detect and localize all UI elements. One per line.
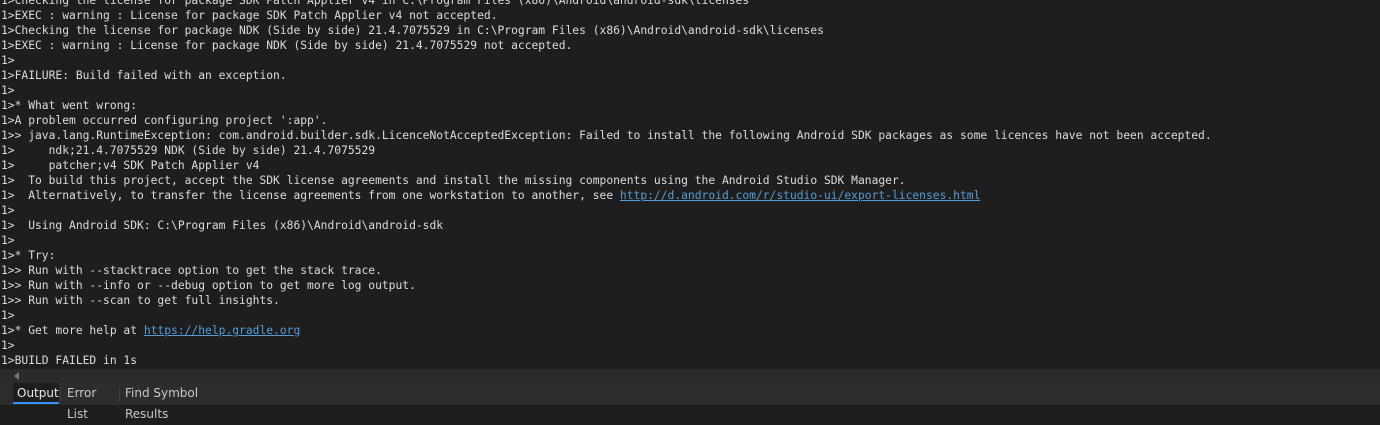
output-pane[interactable]: 1>Checking the license for package SDK P… [0, 0, 1380, 369]
log-line-text: 1> [1, 204, 15, 217]
log-line-text: 1> Using Android SDK: C:\Program Files (… [1, 219, 444, 232]
log-line: 1> [1, 203, 1212, 218]
log-line-text: 1>> Run with --info or --debug option to… [1, 279, 416, 292]
tab-find-symbol-results[interactable]: Find Symbol Results [121, 383, 241, 421]
log-line: 1>* Try: [1, 248, 1212, 263]
tab-divider [119, 387, 120, 401]
log-line-text: 1>> Run with --scan to get full insights… [1, 294, 280, 307]
log-line-text: 1> [1, 309, 15, 322]
log-line: 1> Using Android SDK: C:\Program Files (… [1, 218, 1212, 233]
log-line: 1>EXEC : warning : License for package N… [1, 38, 1212, 53]
log-link[interactable]: http://d.android.com/r/studio-ui/export-… [620, 189, 980, 202]
log-line: 1>Checking the license for package SDK P… [1, 0, 1212, 8]
log-line-text: 1> [1, 234, 15, 247]
log-line: 1>FAILURE: Build failed with an exceptio… [1, 68, 1212, 83]
log-line: 1> To build this project, accept the SDK… [1, 173, 1212, 188]
log-line-text: 1>A problem occurred configuring project… [1, 114, 328, 127]
tab-output[interactable]: Output [13, 383, 59, 404]
log-line: 1> patcher;v4 SDK Patch Applier v4 [1, 158, 1212, 173]
log-line-text: 1> [1, 84, 15, 97]
log-line: 1> [1, 308, 1212, 323]
log-line-text: 1>> java.lang.RuntimeException: com.andr… [1, 129, 1212, 142]
log-line: 1>BUILD FAILED in 1s [1, 353, 1212, 368]
log-line: 1> ndk;21.4.7075529 NDK (Side by side) 2… [1, 143, 1212, 158]
log-line: 1>* Get more help at https://help.gradle… [1, 323, 1212, 338]
log-line: 1>* What went wrong: [1, 98, 1212, 113]
log-line-text: 1>BUILD FAILED in 1s [1, 354, 138, 367]
log-line-text: 1>EXEC : warning : License for package S… [1, 9, 498, 22]
log-line-text: 1>Checking the license for package NDK (… [1, 24, 824, 37]
output-log[interactable]: 1>Checking the license for package SDK P… [1, 0, 1212, 368]
log-link[interactable]: https://help.gradle.org [144, 324, 300, 337]
log-line: 1>A problem occurred configuring project… [1, 113, 1212, 128]
log-line: 1> Alternatively, to transfer the licens… [1, 188, 1212, 203]
log-line-text: 1>* What went wrong: [1, 99, 138, 112]
log-line-text: 1>FAILURE: Build failed with an exceptio… [1, 69, 287, 82]
log-line-text: 1>* Try: [1, 249, 56, 262]
log-line-text: 1> Alternatively, to transfer the licens… [1, 189, 620, 202]
log-line: 1>> Run with --scan to get full insights… [1, 293, 1212, 308]
tab-error-list[interactable]: Error List [63, 383, 119, 421]
log-line-text: 1>* Get more help at [1, 324, 144, 337]
log-line: 1> [1, 233, 1212, 248]
log-line: 1>> java.lang.RuntimeException: com.andr… [1, 128, 1212, 143]
log-line: 1> [1, 338, 1212, 353]
log-line: 1>> Run with --info or --debug option to… [1, 278, 1212, 293]
log-line: 1>> Run with --stacktrace option to get … [1, 263, 1212, 278]
log-line-text: 1> patcher;v4 SDK Patch Applier v4 [1, 159, 260, 172]
tab-divider [60, 387, 61, 401]
log-line-text: 1> [1, 339, 15, 352]
log-line-text: 1>> Run with --stacktrace option to get … [1, 264, 382, 277]
log-line-text: 1> [1, 54, 15, 67]
log-line: 1> [1, 83, 1212, 98]
log-line: 1> [1, 53, 1212, 68]
log-line: 1>EXEC : warning : License for package S… [1, 8, 1212, 23]
log-line-text: 1>EXEC : warning : License for package N… [1, 39, 573, 52]
bottom-tab-bar: Output Error List Find Symbol Results [0, 383, 1380, 421]
log-line-text: 1> To build this project, accept the SDK… [1, 174, 906, 187]
horizontal-scrollbar[interactable] [0, 369, 1380, 383]
log-line-text: 1> ndk;21.4.7075529 NDK (Side by side) 2… [1, 144, 376, 157]
log-line-text: 1>Checking the license for package SDK P… [1, 0, 750, 7]
scroll-left-arrow-icon[interactable] [14, 372, 19, 380]
log-line: 1>Checking the license for package NDK (… [1, 23, 1212, 38]
